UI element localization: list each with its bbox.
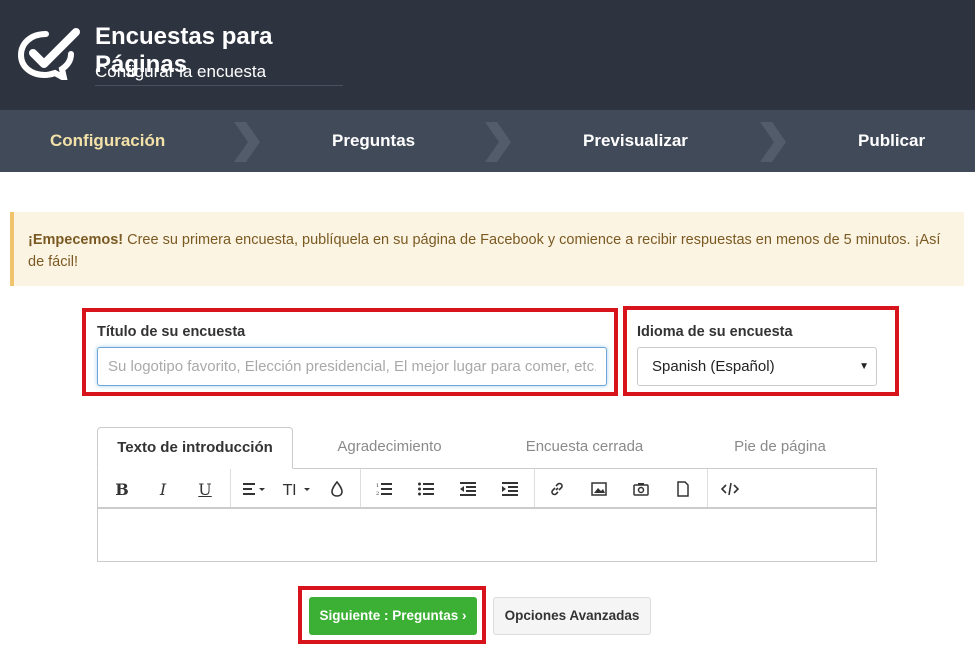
survey-title-input[interactable] <box>97 347 607 386</box>
app-header: Encuestas para Páginas Configurar la enc… <box>0 0 975 110</box>
svg-text:TI: TI <box>282 481 297 497</box>
underline-icon[interactable]: U <box>192 476 218 502</box>
language-selected-value: Spanish (Español) <box>652 358 775 375</box>
advanced-options-button[interactable]: Opciones Avanzadas <box>493 597 651 635</box>
welcome-alert: ¡Empecemos! Cree su primera encuesta, pu… <box>10 212 964 286</box>
title-label: Título de su encuesta <box>97 324 246 340</box>
editor-toolbar: B I U TI 12 <box>97 468 877 508</box>
language-select[interactable]: Spanish (Español) ▼ <box>637 347 877 386</box>
step-configuracion[interactable]: Configuración <box>50 110 165 172</box>
alert-heading: ¡Empecemos! <box>28 232 124 248</box>
tab-pie-pagina[interactable]: Pie de página <box>683 427 877 469</box>
intro-text-editor[interactable] <box>97 508 877 562</box>
step-preguntas[interactable]: Preguntas <box>332 110 415 172</box>
indent-icon[interactable] <box>497 476 523 502</box>
unordered-list-icon[interactable] <box>413 476 439 502</box>
file-icon[interactable] <box>670 476 696 502</box>
alert-text: Cree su primera encuesta, publíquela en … <box>28 232 941 270</box>
language-label: Idioma de su encuesta <box>637 324 793 340</box>
bold-icon[interactable]: B <box>109 476 135 502</box>
tab-texto-introduccion[interactable]: Texto de introducción <box>97 427 293 469</box>
wizard-steps: Configuración Preguntas Previsualizar Pu… <box>0 110 975 172</box>
outdent-icon[interactable] <box>455 476 481 502</box>
color-icon[interactable] <box>324 476 350 502</box>
step-previsualizar[interactable]: Previsualizar <box>583 110 688 172</box>
chevron-right-icon <box>485 122 511 162</box>
toolbar-divider <box>534 469 535 507</box>
page-subtitle: Configurar la encuesta <box>95 62 267 81</box>
toolbar-divider <box>707 469 708 507</box>
code-icon[interactable] <box>717 476 743 502</box>
chevron-right-icon <box>760 122 786 162</box>
ordered-list-icon[interactable]: 12 <box>371 476 397 502</box>
image-icon[interactable] <box>586 476 612 502</box>
svg-text:2: 2 <box>376 491 379 496</box>
align-icon[interactable] <box>240 476 270 502</box>
chevron-right-icon <box>234 122 260 162</box>
caret-down-icon: ▼ <box>859 361 869 372</box>
step-publicar[interactable]: Publicar <box>858 110 925 172</box>
text-tabs: Texto de introducción Agradecimiento Enc… <box>97 427 877 469</box>
italic-icon[interactable]: I <box>150 476 176 502</box>
toolbar-divider <box>360 469 361 507</box>
tab-agradecimiento[interactable]: Agradecimiento <box>293 427 486 469</box>
font-size-icon[interactable]: TI <box>281 476 313 502</box>
tab-encuesta-cerrada[interactable]: Encuesta cerrada <box>486 427 683 469</box>
link-icon[interactable] <box>544 476 570 502</box>
camera-icon[interactable] <box>628 476 654 502</box>
svg-text:1: 1 <box>376 483 379 489</box>
checkmark-bubble-logo-icon <box>18 28 80 80</box>
next-questions-button[interactable]: Siguiente : Preguntas › <box>309 597 477 635</box>
toolbar-divider <box>230 469 231 507</box>
